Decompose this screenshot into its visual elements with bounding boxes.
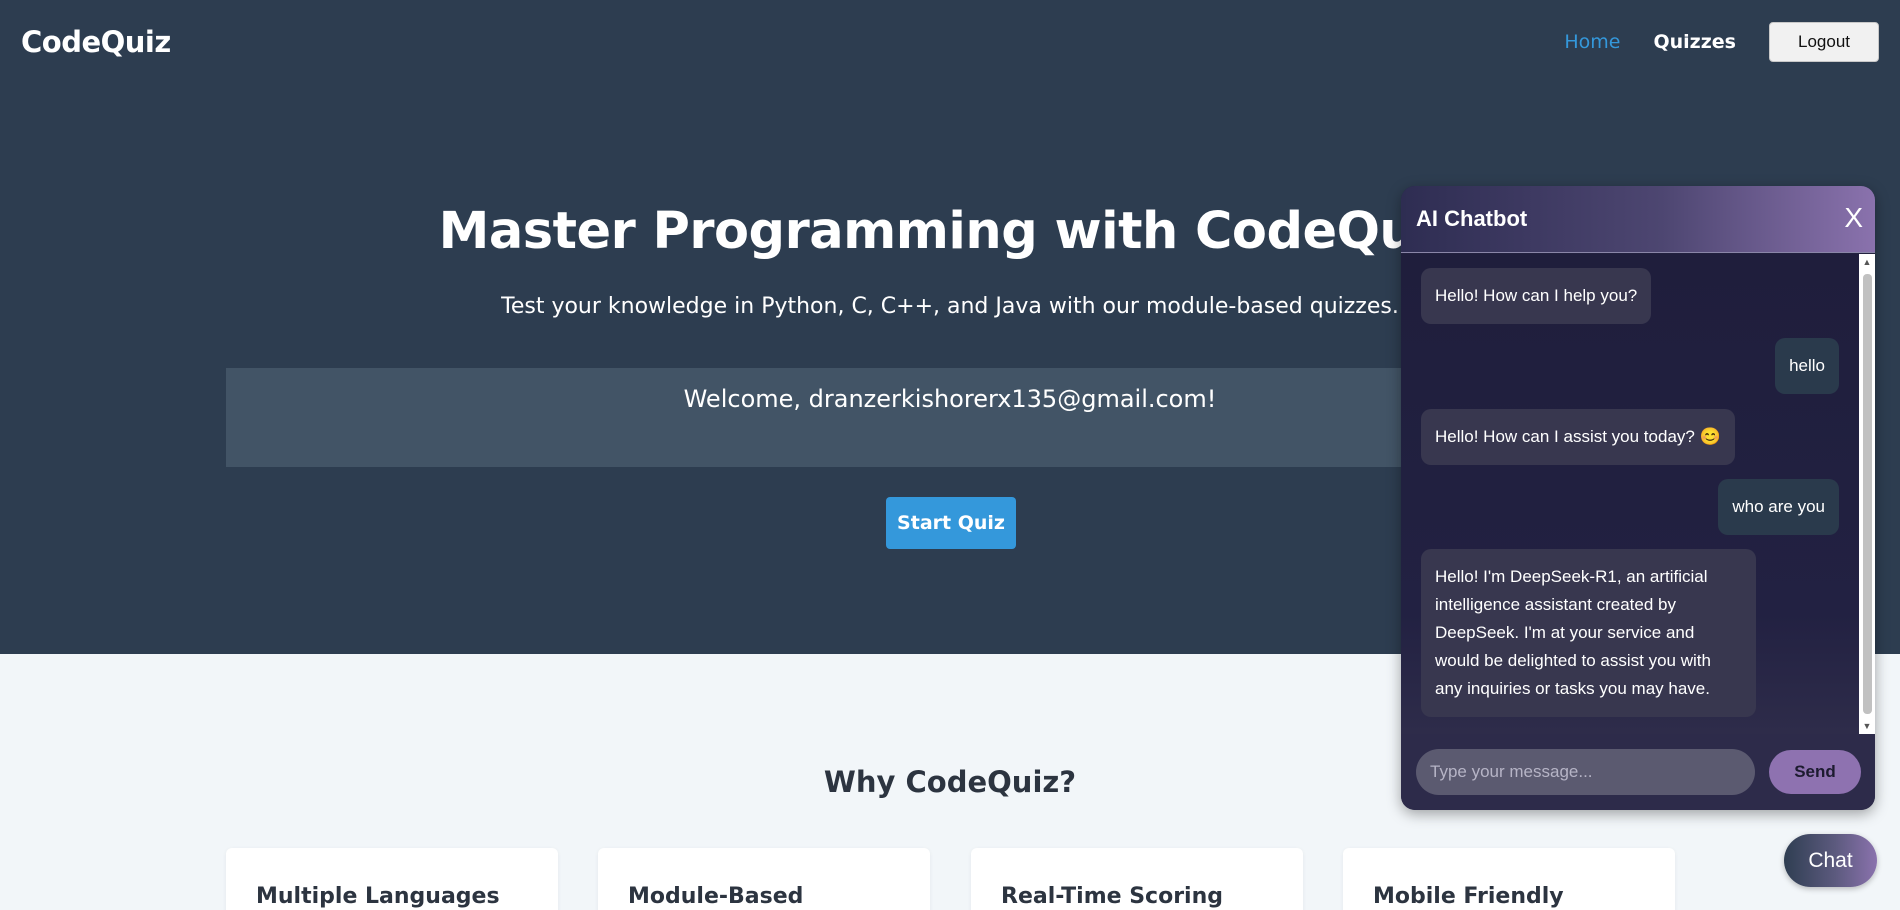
navbar: CodeQuiz Home Quizzes Logout [0, 0, 1900, 84]
scroll-down-icon[interactable]: ▼ [1862, 721, 1872, 731]
close-icon[interactable]: X [1844, 202, 1863, 234]
chat-toggle-button[interactable]: Chat [1784, 834, 1877, 887]
nav-link-home[interactable]: Home [1564, 31, 1620, 53]
feature-card-scoring: Real-Time Scoring [971, 848, 1303, 910]
nav-link-quizzes[interactable]: Quizzes [1653, 31, 1736, 53]
nav-links: Home Quizzes Logout [1564, 22, 1879, 62]
chatbot-title: AI Chatbot [1416, 206, 1528, 231]
feature-card-mobile: Mobile Friendly [1343, 848, 1675, 910]
logout-button[interactable]: Logout [1769, 22, 1879, 62]
chat-message-user: hello [1775, 338, 1839, 394]
chat-message-bot: Hello! How can I assist you today? 😊 [1421, 409, 1735, 465]
chat-message-user: who are you [1718, 479, 1839, 535]
chat-message-bot: Hello! I'm DeepSeek-R1, an artificial in… [1421, 549, 1756, 717]
chat-input-area: Send [1401, 734, 1875, 810]
logo[interactable]: CodeQuiz [21, 25, 171, 59]
start-quiz-button[interactable]: Start Quiz [886, 497, 1016, 549]
chatbot-header: AI Chatbot X [1401, 186, 1875, 253]
feature-card-languages: Multiple Languages [226, 848, 558, 910]
chat-message-bot: Hello! How can I help you? [1421, 268, 1652, 324]
chat-messages[interactable]: Hello! How can I help you? hello Hello! … [1401, 254, 1875, 734]
feature-card-modules: Module-Based [598, 848, 930, 910]
chat-message-input[interactable] [1416, 749, 1755, 795]
scroll-up-icon[interactable]: ▲ [1862, 257, 1872, 267]
chat-scrollbar-thumb[interactable] [1863, 274, 1872, 714]
send-button[interactable]: Send [1769, 750, 1861, 794]
chatbot-panel: AI Chatbot X Hello! How can I help you? … [1401, 186, 1875, 810]
